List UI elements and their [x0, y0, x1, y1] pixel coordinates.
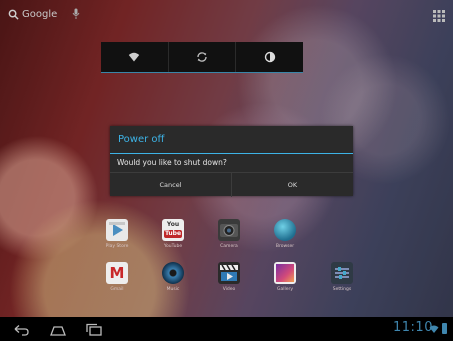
app-youtube[interactable]: You Tube YouTube [153, 219, 193, 249]
app-label: Play Store [105, 244, 129, 249]
play-store-icon [106, 219, 128, 241]
app-video[interactable]: Video [209, 262, 249, 292]
app-label: Music [166, 287, 180, 292]
dialog-message: Would you like to shut down? [117, 158, 227, 167]
cancel-button[interactable]: Cancel [110, 173, 232, 197]
youtube-icon: You Tube [162, 219, 184, 241]
back-icon [14, 325, 29, 336]
app-gallery[interactable]: Gallery [265, 262, 305, 292]
app-music[interactable]: Music [153, 262, 193, 292]
quick-settings-panel [101, 42, 303, 73]
back-button[interactable] [12, 322, 30, 336]
app-label: YouTube [163, 244, 183, 249]
music-icon [162, 262, 184, 284]
dialog-button-bar: Cancel OK [110, 172, 353, 197]
app-settings[interactable]: Settings [322, 262, 362, 292]
status-clock[interactable]: 11:10 [393, 320, 433, 335]
wifi-signal-icon [429, 325, 439, 333]
search-label: Google [22, 9, 58, 20]
dialog-title: Power off [110, 126, 353, 154]
recent-apps-icon [86, 323, 102, 336]
browser-icon [274, 219, 296, 241]
wifi-toggle[interactable] [101, 42, 169, 72]
video-icon [218, 262, 240, 284]
camera-icon [218, 219, 240, 241]
app-browser[interactable]: Browser [265, 219, 305, 249]
app-grid-icon [433, 10, 445, 22]
all-apps-button[interactable] [432, 8, 446, 22]
app-label: Settings [332, 287, 352, 292]
home-screen: Google Play Store You Tube YouTube Camer… [0, 0, 453, 341]
microphone-icon[interactable] [72, 8, 80, 20]
sync-icon [197, 52, 207, 62]
gallery-icon [274, 262, 296, 284]
sync-toggle[interactable] [169, 42, 237, 72]
app-gmail[interactable]: M Gmail [97, 262, 137, 292]
brightness-toggle[interactable] [236, 42, 303, 72]
app-label: Gallery [276, 287, 294, 292]
google-search-bar[interactable]: Google [8, 9, 57, 20]
settings-icon [331, 262, 353, 284]
app-label: Browser [275, 244, 295, 249]
gmail-icon: M [106, 262, 128, 284]
recent-apps-button[interactable] [85, 322, 103, 336]
home-button[interactable] [49, 322, 67, 336]
home-icon [50, 326, 66, 336]
power-off-dialog: Power off Would you like to shut down? C… [110, 126, 353, 197]
brightness-icon [264, 51, 275, 63]
app-label: Camera [220, 244, 238, 249]
app-label: Video [222, 287, 236, 292]
app-play-store[interactable]: Play Store [97, 219, 137, 249]
wifi-icon [129, 52, 140, 62]
search-icon [8, 9, 19, 20]
ok-button[interactable]: OK [232, 173, 353, 197]
app-label: Gmail [110, 287, 124, 292]
battery-icon [442, 323, 447, 334]
app-camera[interactable]: Camera [209, 219, 249, 249]
system-navigation-bar: 11:10 [0, 317, 453, 341]
